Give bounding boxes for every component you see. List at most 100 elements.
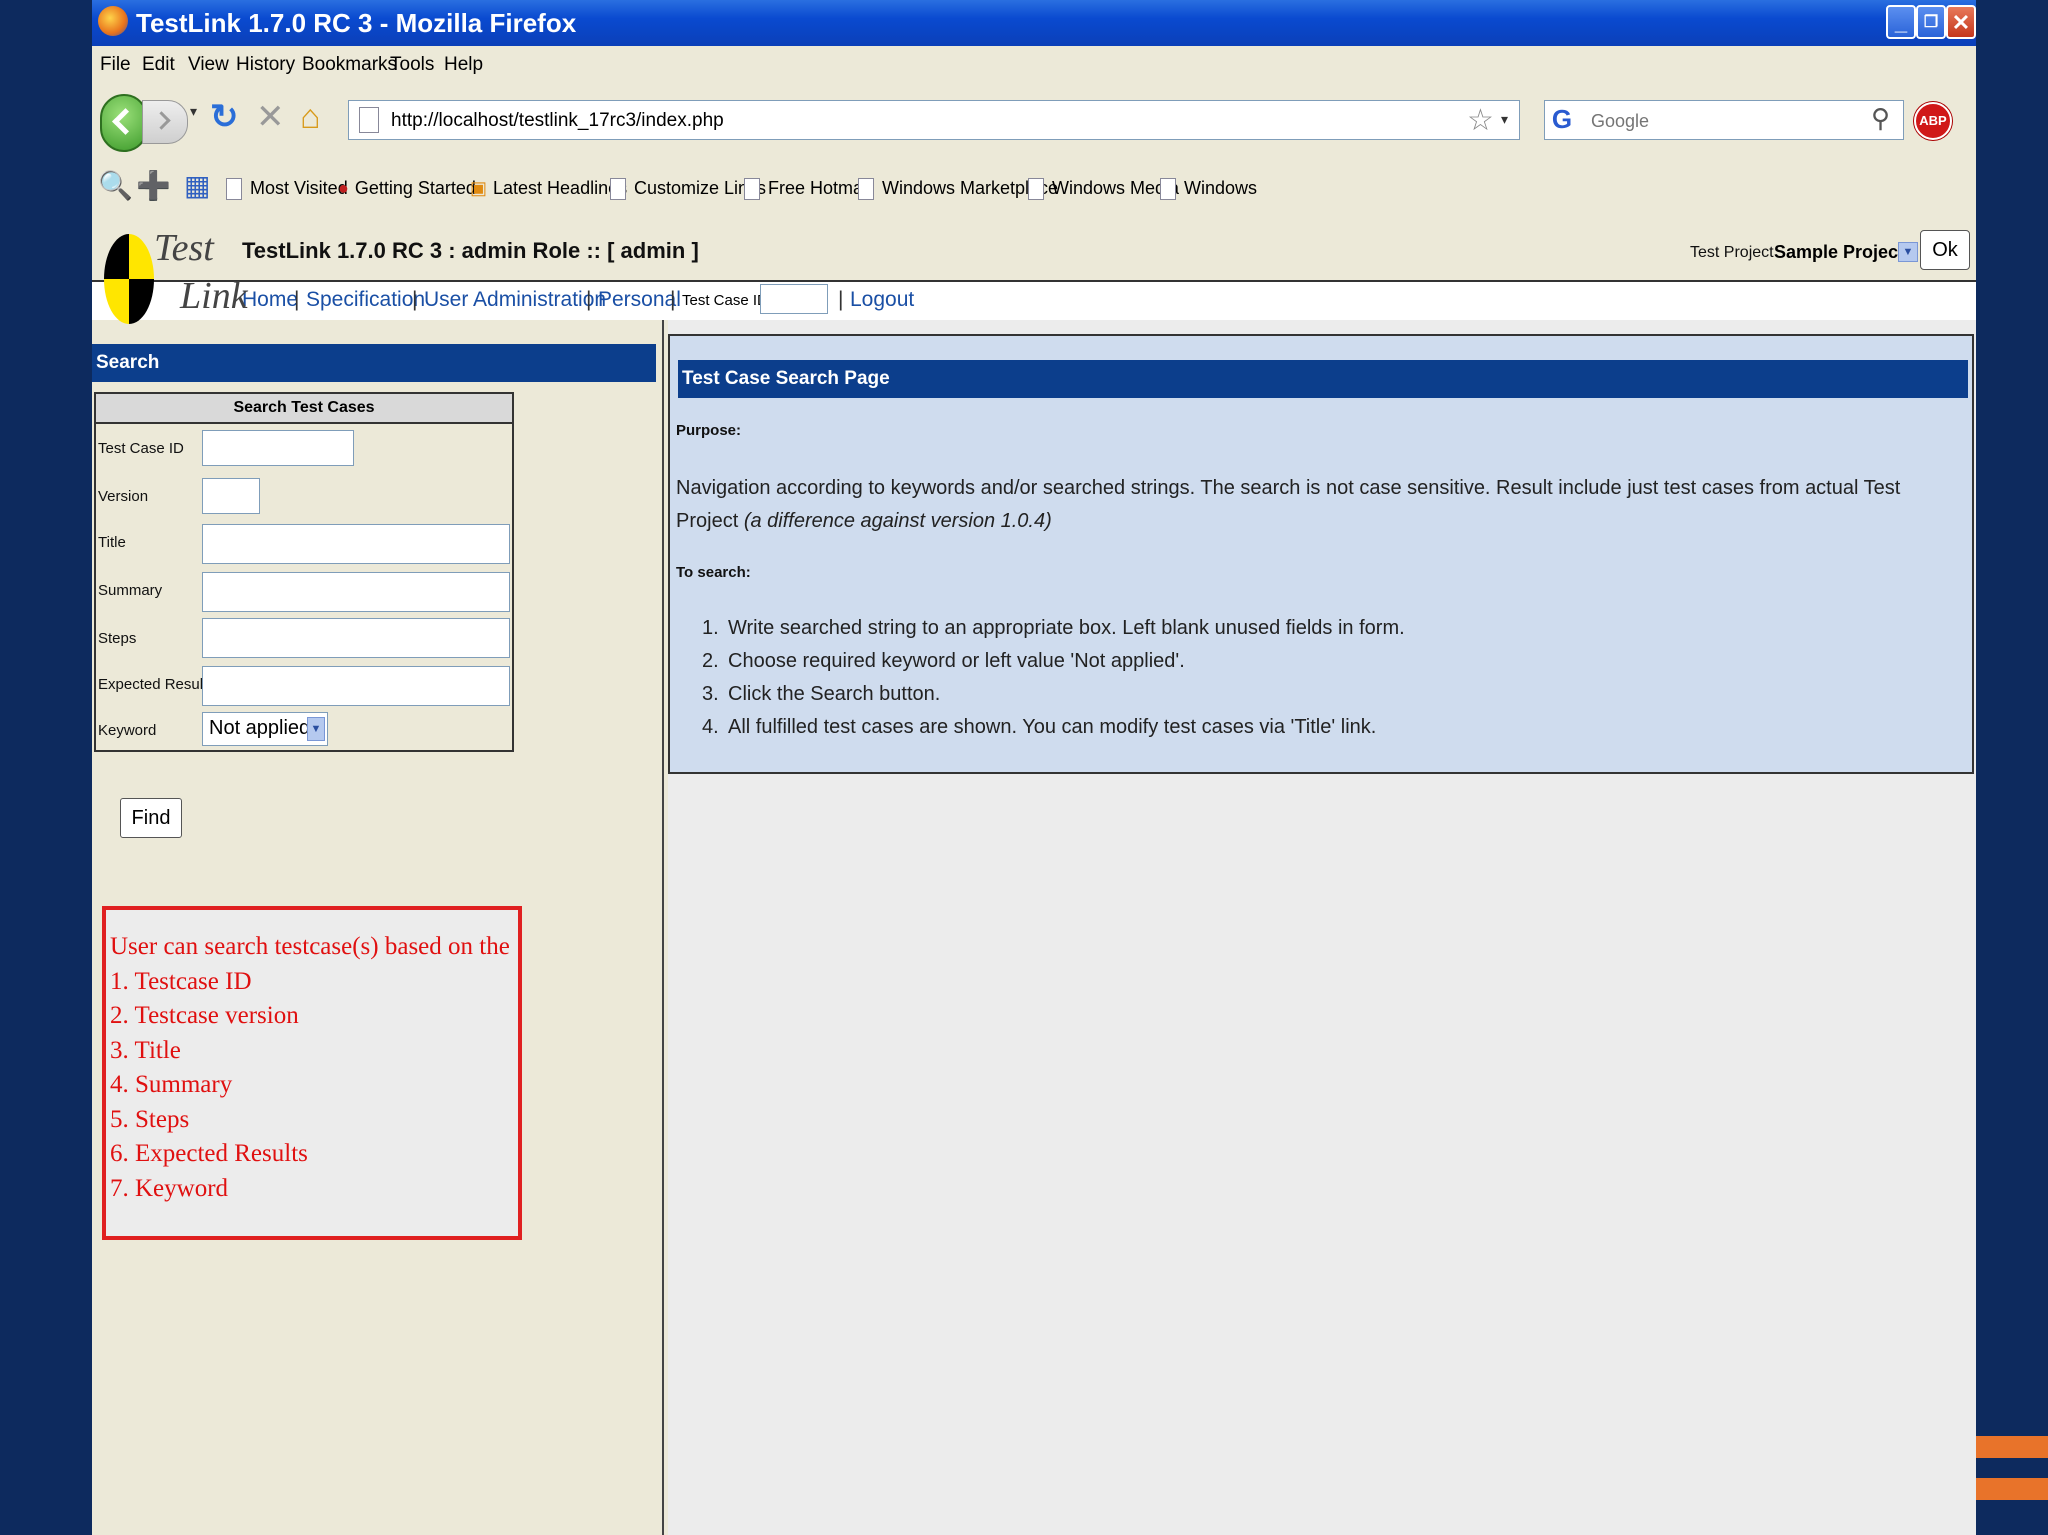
nav-separator: |: [412, 288, 418, 311]
history-dropdown-icon[interactable]: ▾: [190, 104, 197, 118]
bookmark-windows[interactable]: Windows: [1160, 178, 1257, 201]
bookmark-star-icon[interactable]: ☆: [1467, 103, 1494, 138]
close-icon[interactable]: ✕: [1946, 5, 1976, 39]
stop-icon[interactable]: ✕: [256, 100, 285, 134]
title-field-label: Title: [98, 534, 126, 551]
url-dropdown-icon[interactable]: ▾: [1501, 111, 1508, 128]
search-input[interactable]: [1589, 105, 1863, 137]
page-title: TestLink 1.7.0 RC 3 : admin Role :: [ ad…: [242, 238, 699, 263]
title-field[interactable]: [202, 524, 510, 564]
search-bar[interactable]: G ⚲: [1544, 100, 1904, 140]
nav-personal[interactable]: Personal: [598, 288, 681, 312]
version-field-label: Version: [98, 488, 149, 505]
firefox-bookmark-icon: ●: [338, 178, 349, 198]
list-item: 2. Choose required keyword or left value …: [702, 650, 1185, 672]
page-icon: [744, 178, 760, 201]
test-case-id-field[interactable]: [202, 430, 354, 466]
version-field[interactable]: [202, 478, 260, 514]
right-frame: Test Case Search Page Purpose: Navigatio…: [668, 320, 1976, 1535]
bookmark-windows-media[interactable]: Windows Media: [1028, 178, 1179, 201]
list-item: 4. All fulfilled test cases are shown. Yo…: [702, 716, 1377, 738]
window-title: TestLink 1.7.0 RC 3 - Mozilla Firefox: [136, 8, 577, 38]
annotation-line: 3. Title: [110, 1036, 181, 1064]
page-icon: [1028, 178, 1044, 201]
page-icon: [359, 107, 379, 133]
annotation-line: 7. Keyword: [110, 1174, 229, 1202]
bookmarks-toolbar: 🔍 ➕ ▦ Most Visited ● Getting Started ▣ Lat…: [92, 158, 1976, 224]
search-steps-list: 1. Write searched string to an appropriat…: [702, 612, 1405, 744]
address-bar[interactable]: ☆ ▾: [348, 100, 1520, 140]
nav-logout[interactable]: Logout: [850, 288, 914, 312]
steps-field-label: Steps: [98, 630, 137, 647]
logo-text-link: Link: [180, 275, 248, 317]
nav-user-administration[interactable]: User Administration: [424, 288, 606, 312]
firefox-icon: [98, 6, 128, 36]
minimize-icon[interactable]: _: [1886, 5, 1916, 39]
google-engine-icon[interactable]: G: [1549, 105, 1575, 133]
search-header-label: Search: [96, 352, 160, 373]
title-bar: TestLink 1.7.0 RC 3 - Mozilla Firefox _ …: [92, 0, 1976, 46]
annotation-callout: User can search testcase(s) based on the…: [102, 906, 522, 1240]
bookmark-getting-started[interactable]: ● Getting Started: [338, 178, 476, 199]
bookmark-most-visited[interactable]: Most Visited: [226, 178, 348, 201]
nav-separator: |: [294, 288, 300, 311]
chevron-down-icon[interactable]: ▼: [1898, 242, 1918, 262]
expected-results-field-label: Expected Results: [98, 676, 215, 693]
menu-bookmarks[interactable]: Bookmarks: [302, 54, 397, 76]
back-button[interactable]: [100, 94, 148, 152]
page-icon: [1160, 178, 1176, 201]
list-item: 1. Write searched string to an appropriat…: [702, 617, 1405, 639]
annotation-line: 6. Expected Results: [110, 1140, 308, 1167]
search-section-header: Search: [92, 344, 656, 382]
annotation-line: User can search testcase(s) based on the: [110, 933, 510, 960]
testlink-header: Test Link TestLink 1.7.0 RC 3 : admin Ro…: [92, 224, 1976, 324]
restore-icon[interactable]: ❐: [1916, 5, 1946, 39]
search-form-caption: Search Test Cases: [96, 394, 512, 424]
ok-button[interactable]: Ok: [1920, 230, 1970, 270]
search-magnifier-icon[interactable]: ⚲: [1871, 103, 1890, 134]
menu-help[interactable]: Help: [444, 54, 483, 76]
expected-results-field[interactable]: [202, 666, 510, 706]
browser-window: TestLink 1.7.0 RC 3 - Mozilla Firefox _ …: [92, 0, 1976, 1535]
search-icon[interactable]: 🔍: [98, 172, 133, 200]
keyword-select[interactable]: Not applied ▼: [202, 712, 328, 746]
test-case-id-input[interactable]: [760, 284, 828, 314]
logo-text-test: Test: [154, 227, 214, 269]
menu-history[interactable]: History: [236, 54, 295, 76]
menu-edit[interactable]: Edit: [142, 54, 175, 76]
forward-button[interactable]: [142, 100, 188, 144]
annotation-line: 1. Testcase ID: [110, 967, 252, 995]
menu-file[interactable]: File: [100, 54, 131, 76]
navigation-toolbar: ▾ ↻ ✕ ⌂ ☆ ▾ G ⚲ ABP: [92, 84, 1976, 158]
bookmark-latest-headlines[interactable]: ▣ Latest Headlines: [470, 178, 627, 199]
keyword-field-label: Keyword: [98, 722, 157, 739]
slide-background-right: [1976, 0, 2048, 1535]
nav-home[interactable]: Home: [242, 288, 298, 312]
page-icon: [226, 178, 242, 201]
testlink-logo: [104, 234, 154, 324]
orange-decoration-bar: [1976, 1478, 2048, 1500]
find-button[interactable]: Find: [120, 798, 182, 838]
calendar-icon[interactable]: ▦: [184, 172, 210, 200]
annotation-line: 5. Steps: [110, 1105, 190, 1133]
steps-field[interactable]: [202, 618, 510, 658]
search-form: Search Test Cases Test Case ID Version T…: [94, 392, 514, 752]
summary-field-label: Summary: [98, 582, 163, 599]
chevron-down-icon[interactable]: ▼: [307, 717, 325, 741]
add-bookmark-icon[interactable]: ➕: [136, 172, 171, 200]
bookmark-free-hotmail[interactable]: Free Hotmail: [744, 178, 871, 201]
url-input[interactable]: [389, 105, 1453, 137]
adblock-icon[interactable]: ABP: [1914, 102, 1952, 140]
project-select-value: Sample Project: [1774, 242, 1905, 262]
annotation-line: 2. Testcase version: [110, 1002, 299, 1029]
summary-field[interactable]: [202, 572, 510, 612]
to-search-label: To search:: [676, 564, 751, 581]
menu-view[interactable]: View: [188, 54, 229, 76]
testlink-nav: Home | Specification | User Administrati…: [92, 280, 1976, 322]
content-title-bar: Test Case Search Page: [678, 360, 1968, 398]
home-icon[interactable]: ⌂: [300, 100, 321, 134]
nav-specification[interactable]: Specification: [306, 288, 425, 312]
menu-tools[interactable]: Tools: [390, 54, 434, 76]
bookmark-customize-links[interactable]: Customize Links: [610, 178, 766, 201]
reload-icon[interactable]: ↻: [210, 100, 239, 134]
